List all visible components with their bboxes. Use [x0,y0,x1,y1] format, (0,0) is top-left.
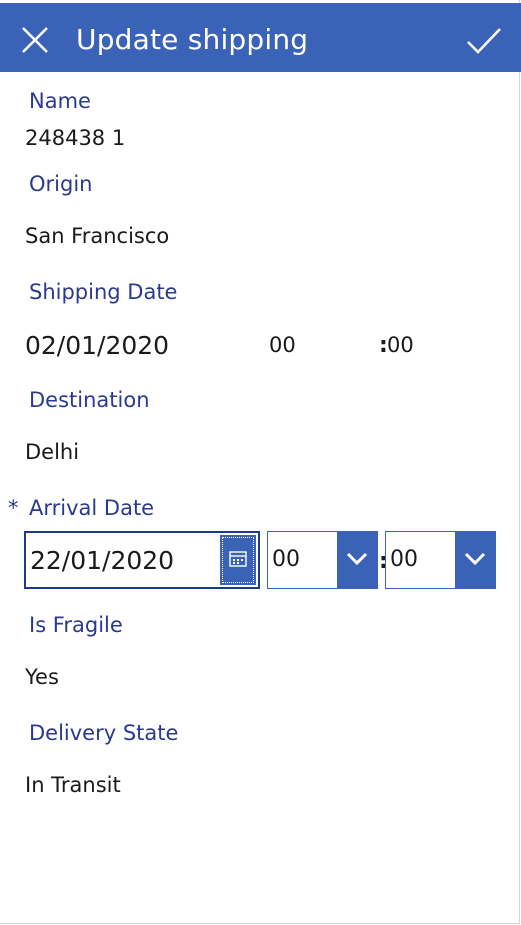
required-marker: * [8,496,19,520]
page-title: Update shipping [76,23,309,56]
shipping-date-value: 02/01/2020 [25,331,170,360]
delivery-state-value: In Transit [25,773,121,797]
calendar-icon[interactable] [220,535,256,585]
chevron-down-icon[interactable] [337,532,377,588]
chevron-down-icon[interactable] [455,532,495,588]
arrival-minute-dropdown[interactable]: 00 [385,531,496,589]
name-label: Name [29,89,91,113]
arrival-date-picker[interactable]: 22/01/2020 [24,531,260,589]
arrival-hour-value: 00 [272,547,300,572]
arrival-hour-dropdown[interactable]: 00 [267,531,378,589]
arrival-minute-value: 00 [390,547,418,572]
name-value: 248438 1 [25,126,126,150]
arrival-date-text: 22/01/2020 [30,546,175,575]
origin-value: San Francisco [25,224,170,248]
destination-label: Destination [29,388,150,412]
is-fragile-label: Is Fragile [29,613,123,637]
arrival-date-label: Arrival Date [29,496,155,520]
shipping-date-label: Shipping Date [29,280,178,304]
close-icon[interactable] [20,25,50,55]
shipping-minute-value: 00 [387,333,414,357]
destination-value: Delhi [25,440,80,464]
origin-label: Origin [29,172,93,196]
header-bar: Update shipping [0,3,521,72]
is-fragile-value: Yes [25,665,59,689]
shipping-hour-value: 00 [269,333,296,357]
delivery-state-label: Delivery State [29,721,179,745]
checkmark-icon[interactable] [466,27,502,55]
